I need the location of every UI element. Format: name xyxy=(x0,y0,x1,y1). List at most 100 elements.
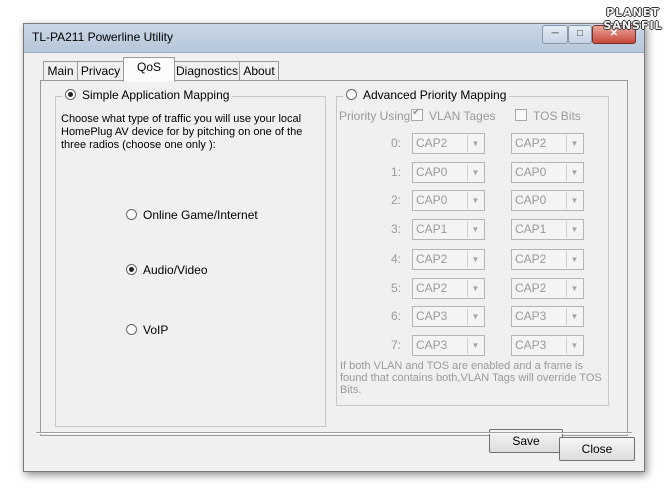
priority-3-tos-select[interactable]: CAP1 ▼ xyxy=(511,219,584,240)
priority-7-tos-select[interactable]: CAP3 ▼ xyxy=(511,335,584,356)
priority-5-label: 5: xyxy=(390,281,401,295)
tab-main[interactable]: Main xyxy=(43,61,78,81)
select-value: CAP2 xyxy=(515,281,547,295)
simple-mapping-group: Simple Application Mapping Choose what t… xyxy=(55,88,326,427)
advanced-mapping-label: Advanced Priority Mapping xyxy=(363,88,507,102)
tab-about[interactable]: About xyxy=(239,61,279,81)
select-value: CAP2 xyxy=(515,252,547,266)
select-value: CAP3 xyxy=(416,338,448,352)
online-game-radio[interactable] xyxy=(126,209,137,220)
vlan-label: VLAN Tages xyxy=(429,109,496,123)
select-value: CAP0 xyxy=(515,193,547,207)
select-value: CAP2 xyxy=(416,252,448,266)
dropdown-arrow-icon: ▼ xyxy=(467,251,483,268)
tab-label: About xyxy=(243,64,275,78)
tab-label: Main xyxy=(47,64,74,78)
dropdown-arrow-icon: ▼ xyxy=(467,135,483,152)
priority-0-vlan-select[interactable]: CAP2 ▼ xyxy=(412,133,485,154)
priority-0-label: 0: xyxy=(390,136,401,150)
priority-using-label: Priority Using: xyxy=(339,109,414,123)
select-value: CAP0 xyxy=(416,165,448,179)
select-value: CAP0 xyxy=(416,193,448,207)
priority-2-vlan-select[interactable]: CAP0 ▼ xyxy=(412,190,485,211)
dropdown-arrow-icon: ▼ xyxy=(566,337,582,354)
logo-line-2: SANSFIL xyxy=(603,19,663,32)
priority-1-tos-select[interactable]: CAP0 ▼ xyxy=(511,162,584,183)
priority-7-vlan-select[interactable]: CAP3 ▼ xyxy=(412,335,485,356)
tab-privacy[interactable]: Privacy xyxy=(77,61,124,81)
simple-mapping-legend[interactable]: Simple Application Mapping xyxy=(62,88,233,102)
override-note: If both VLAN and TOS are enabled and a f… xyxy=(340,360,602,396)
priority-7-label: 7: xyxy=(390,338,401,352)
priority-2-label: 2: xyxy=(390,193,401,207)
advanced-mapping-radio[interactable] xyxy=(346,89,357,100)
priority-4-label: 4: xyxy=(390,252,401,266)
priority-2-tos-select[interactable]: CAP0 ▼ xyxy=(511,190,584,211)
priority-0-tos-select[interactable]: CAP2 ▼ xyxy=(511,133,584,154)
logo-line-1: PLANET xyxy=(606,6,660,19)
select-value: CAP0 xyxy=(515,165,547,179)
select-value: CAP2 xyxy=(416,136,448,150)
dropdown-arrow-icon: ▼ xyxy=(467,164,483,181)
tab-diagnostics[interactable]: Diagnostics xyxy=(174,61,240,81)
tab-qos[interactable]: QoS xyxy=(123,57,175,82)
dropdown-arrow-icon: ▼ xyxy=(566,192,582,209)
option-audio-video[interactable]: Audio/Video xyxy=(126,263,208,277)
dropdown-arrow-icon: ▼ xyxy=(467,221,483,238)
footer-divider xyxy=(36,432,632,434)
maximize-button[interactable]: □ xyxy=(568,25,592,44)
close-button[interactable]: Close xyxy=(559,437,635,461)
select-value: CAP2 xyxy=(515,136,547,150)
tos-checkbox[interactable]: TOS Bits xyxy=(515,109,581,123)
audio-video-radio[interactable] xyxy=(126,264,137,275)
dropdown-arrow-icon: ▼ xyxy=(566,280,582,297)
tos-check-icon xyxy=(515,109,527,121)
select-value: CAP3 xyxy=(416,309,448,323)
qos-panel: Simple Application Mapping Choose what t… xyxy=(40,80,628,453)
window-title: TL-PA211 Powerline Utility xyxy=(32,30,173,44)
select-value: CAP1 xyxy=(416,222,448,236)
option-online-game[interactable]: Online Game/Internet xyxy=(126,208,258,222)
dropdown-arrow-icon: ▼ xyxy=(467,337,483,354)
priority-4-vlan-select[interactable]: CAP2 ▼ xyxy=(412,249,485,270)
dropdown-arrow-icon: ▼ xyxy=(566,221,582,238)
priority-4-tos-select[interactable]: CAP2 ▼ xyxy=(511,249,584,270)
voip-label: VoIP xyxy=(143,323,169,337)
priority-6-vlan-select[interactable]: CAP3 ▼ xyxy=(412,306,485,327)
select-value: CAP2 xyxy=(416,281,448,295)
dropdown-arrow-icon: ▼ xyxy=(566,164,582,181)
vlan-check-icon xyxy=(411,107,423,121)
priority-3-label: 3: xyxy=(390,222,401,236)
simple-mapping-description: Choose what type of traffic you will use… xyxy=(61,113,303,151)
priority-5-vlan-select[interactable]: CAP2 ▼ xyxy=(412,278,485,299)
option-voip[interactable]: VoIP xyxy=(126,323,168,337)
dropdown-arrow-icon: ▼ xyxy=(467,308,483,325)
minimize-button[interactable]: ─ xyxy=(542,25,568,44)
maximize-icon: □ xyxy=(576,28,584,39)
online-game-label: Online Game/Internet xyxy=(143,208,258,222)
select-value: CAP3 xyxy=(515,338,547,352)
dropdown-arrow-icon: ▼ xyxy=(467,192,483,209)
dropdown-arrow-icon: ▼ xyxy=(566,308,582,325)
priority-1-vlan-select[interactable]: CAP0 ▼ xyxy=(412,162,485,183)
tos-label: TOS Bits xyxy=(533,109,581,123)
priority-5-tos-select[interactable]: CAP2 ▼ xyxy=(511,278,584,299)
site-logo: PLANET SANSFIL xyxy=(603,6,663,42)
audio-video-label: Audio/Video xyxy=(143,263,208,277)
minimize-icon: ─ xyxy=(551,28,559,39)
priority-6-tos-select[interactable]: CAP3 ▼ xyxy=(511,306,584,327)
simple-mapping-label: Simple Application Mapping xyxy=(82,88,230,102)
simple-mapping-radio[interactable] xyxy=(65,89,76,100)
priority-3-vlan-select[interactable]: CAP1 ▼ xyxy=(412,219,485,240)
voip-radio[interactable] xyxy=(126,324,137,335)
priority-6-label: 6: xyxy=(390,309,401,323)
tab-label: QoS xyxy=(136,60,161,74)
dropdown-arrow-icon: ▼ xyxy=(566,251,582,268)
select-value: CAP3 xyxy=(515,309,547,323)
vlan-checkbox[interactable]: VLAN Tages xyxy=(411,107,496,123)
title-bar[interactable]: TL-PA211 Powerline Utility ─ □ ✕ xyxy=(24,24,644,53)
utility-window: TL-PA211 Powerline Utility ─ □ ✕ Main Pr… xyxy=(23,23,645,472)
advanced-mapping-group: Advanced Priority Mapping Priority Using… xyxy=(336,88,609,406)
advanced-mapping-legend[interactable]: Advanced Priority Mapping xyxy=(343,88,510,102)
dropdown-arrow-icon: ▼ xyxy=(566,135,582,152)
